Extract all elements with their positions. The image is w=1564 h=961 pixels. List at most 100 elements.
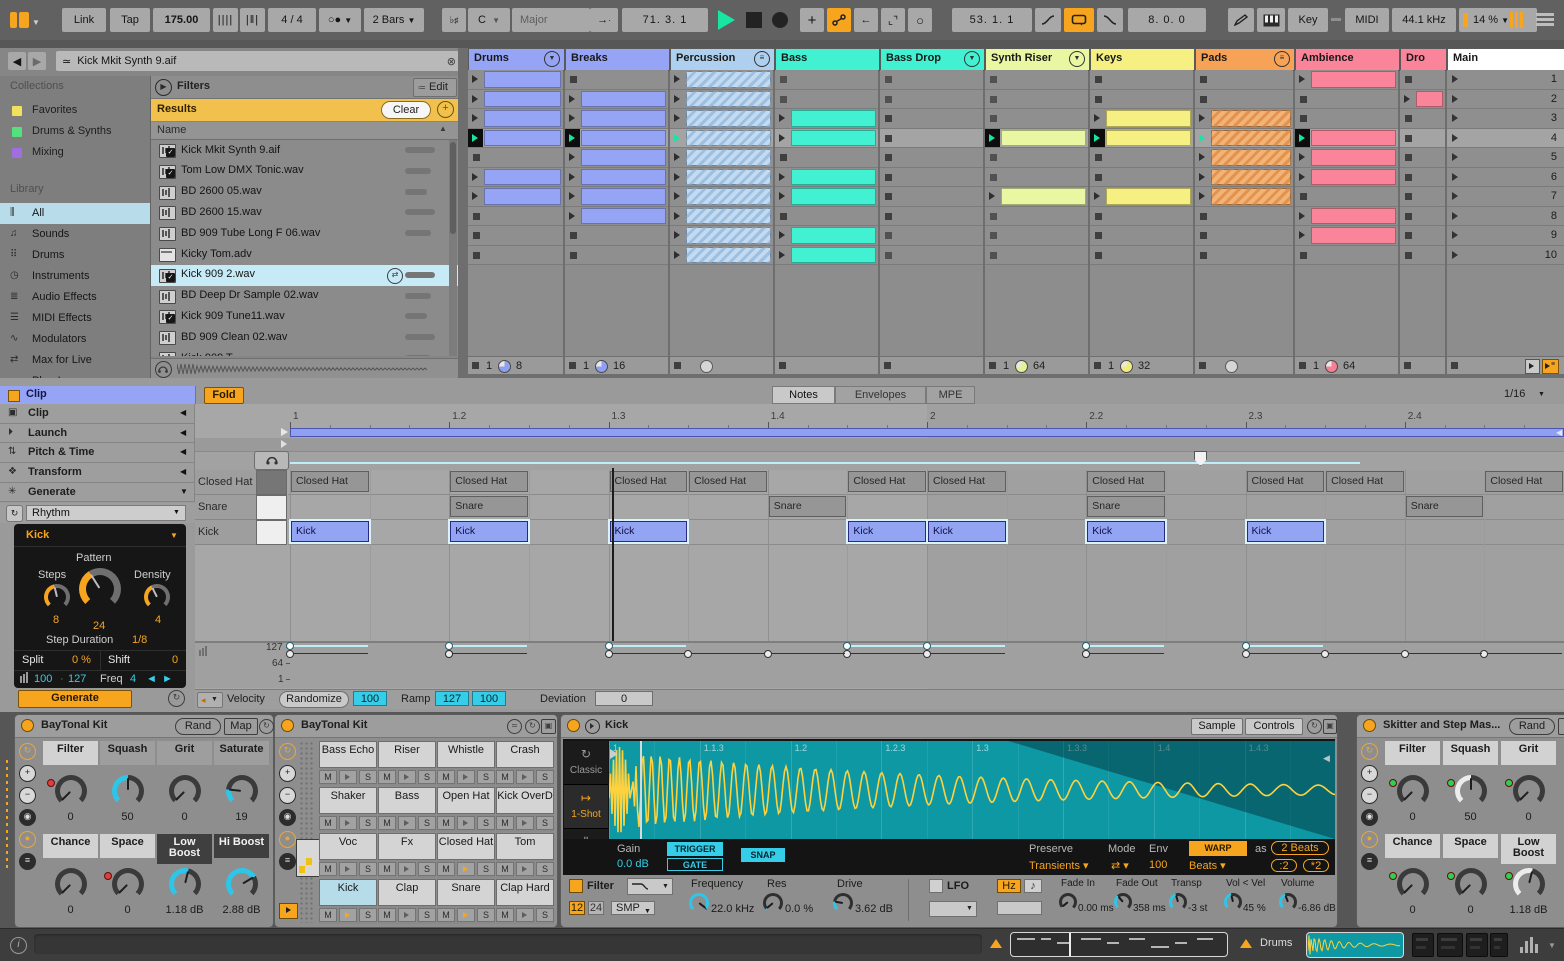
track-header-drums[interactable]: Drums ▼ [468,48,565,71]
snapshot-icon[interactable]: ◉ [279,809,296,826]
track-caret-icon[interactable]: ▼ [964,51,980,67]
clip-slot[interactable]: 9 [1447,226,1564,246]
clip-stop-button[interactable] [885,173,892,181]
pad-play-button[interactable] [339,816,357,830]
clip-slot[interactable]: 5 [1447,148,1564,168]
macro-knob[interactable] [1455,868,1487,900]
track-stop-all-button[interactable] [779,362,786,369]
device-title[interactable]: Skitter and Step Mas... [1383,719,1500,731]
piano-key[interactable] [256,495,287,520]
snapshot-icon[interactable]: ◉ [1361,809,1378,826]
macro-value[interactable]: 0 [100,904,155,916]
section-pitch-time[interactable]: ⇅ Pitch & Time ◀ [0,443,195,464]
track-stop-all-button[interactable] [1199,362,1206,369]
generator-select[interactable]: Rhythm ▼ [26,505,186,521]
draw-mode-button[interactable] [1228,8,1254,32]
clip-play-icon[interactable] [779,172,785,181]
clip-slot[interactable] [565,89,668,109]
macro-value[interactable]: 1.18 dB [157,904,212,916]
clip-slot[interactable] [775,187,878,207]
punch-out-button[interactable] [1097,8,1123,32]
clip[interactable] [1001,188,1086,205]
macro-add-icon[interactable]: + [19,765,36,782]
midi-note-kick[interactable]: Kick [291,521,369,542]
device-thumb[interactable] [1437,933,1463,957]
clip[interactable] [1211,110,1291,127]
pad-play-icon[interactable] [463,912,468,918]
pad-play-button[interactable] [516,908,534,922]
device-thumb[interactable] [1412,933,1434,957]
clip-play-icon[interactable] [674,153,680,161]
arrangement-position-field[interactable]: 71. 3. 1 [622,8,708,32]
overdub-plus-button[interactable]: + [800,8,824,32]
clip-slot[interactable] [985,70,1088,90]
midi-note-kick[interactable]: Kick [609,521,688,542]
loop-bar[interactable] [290,428,1564,437]
sample-start-marker[interactable] [640,741,642,839]
file-row[interactable]: Kicky Tom.adv [151,244,458,265]
clip-slot[interactable] [1090,167,1193,187]
macro-remove-icon[interactable]: − [1361,787,1378,804]
macro-name[interactable]: Saturate [214,741,269,765]
snap-button[interactable]: SNAP [741,848,785,862]
volume-knob[interactable] [1279,893,1297,911]
nudge-up-icon[interactable]: |‖| [240,8,265,32]
randomize-amount-field[interactable]: 100 [353,691,387,706]
clip-play-icon[interactable] [569,172,575,181]
clip[interactable] [791,227,876,244]
clip[interactable] [1311,207,1396,224]
clip-slot[interactable] [1090,89,1193,109]
pad-play-button[interactable] [339,770,357,784]
track-header-main[interactable]: Main [1447,48,1564,71]
deviation-field[interactable]: 0 [595,691,653,706]
clip-slot[interactable] [1295,187,1398,207]
macro-value[interactable]: 0 [1443,904,1498,916]
midi-note[interactable]: Closed Hat [450,471,528,492]
drum-pad-shaker[interactable]: Shaker M S [319,787,377,832]
clip-slot[interactable] [1295,70,1398,90]
scale-icon[interactable]: ♭ ♯ [442,8,466,32]
pad-solo-button[interactable]: S [418,862,436,876]
file-row[interactable]: BD 2600 05.wav [151,182,458,203]
track-header-ambience[interactable]: Ambience [1295,48,1400,71]
lfo-sync-button[interactable]: ♪ [1024,879,1042,893]
fade-out-knob[interactable] [1114,893,1132,911]
clip-stop-button[interactable] [1095,95,1102,103]
clip-play-icon[interactable] [1199,172,1205,181]
pad-solo-button[interactable]: S [418,816,436,830]
clip-play-icon[interactable] [1299,75,1305,83]
pad-solo-button[interactable]: S [359,770,377,784]
clip-stop-button[interactable] [1300,115,1307,122]
clip-slot[interactable] [670,70,773,90]
device-title[interactable]: Kick [605,719,628,731]
pad-name[interactable]: Open Hat [437,787,495,814]
pad-solo-button[interactable]: S [418,770,436,784]
clip[interactable] [1311,71,1396,88]
track-header-percussion[interactable]: Percussion ≡ [670,48,775,71]
pad-play-button[interactable] [457,862,475,876]
clip-play-icon[interactable] [569,94,575,103]
macro-value[interactable]: 50 [1443,811,1498,823]
clip-slot[interactable] [880,167,983,187]
info-icon[interactable]: i [10,937,27,954]
clip-stop-button[interactable] [1200,212,1207,220]
clip[interactable] [686,227,771,244]
sidebar-item-midi-effects[interactable]: ☰ MIDI Effects [0,308,150,329]
sort-caret-icon[interactable]: ▲ [439,124,447,133]
macro-name[interactable]: Filter [1385,741,1440,765]
macro-knob[interactable] [112,868,144,900]
sidebar-item-instruments[interactable]: ◷ Instruments [0,266,150,287]
clip-stop-button[interactable] [473,251,480,259]
clip[interactable] [484,188,561,205]
clip-stop-button[interactable] [1405,193,1412,200]
scene-launch-icon[interactable] [1452,153,1458,161]
pad-play-button[interactable] [516,816,534,830]
clip-slot[interactable] [1195,128,1293,148]
pad-solo-button[interactable]: S [536,770,554,784]
pad-play-icon[interactable] [463,820,468,826]
clip-stop-button[interactable] [570,232,577,239]
macro-add-icon[interactable]: + [279,765,296,782]
pad-name[interactable]: Riser [378,741,436,768]
clip-slot[interactable] [775,89,878,109]
track-header-synth-riser[interactable]: Synth Riser ▼ [985,48,1090,71]
